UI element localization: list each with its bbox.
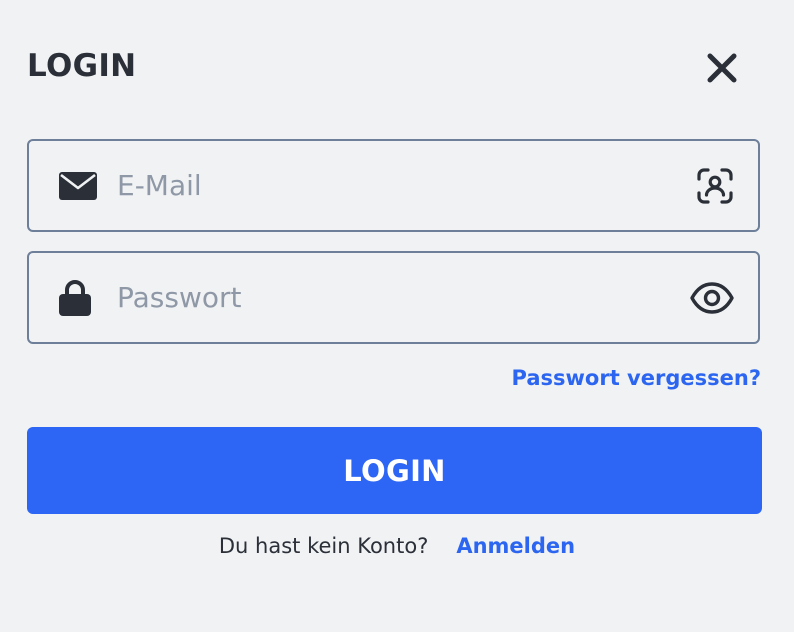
signup-link[interactable]: Anmelden [456,534,575,558]
login-button[interactable]: LOGIN [27,427,762,514]
password-input[interactable] [117,253,677,342]
forgot-password-link[interactable]: Passwort vergessen? [512,364,761,392]
signup-question: Du hast kein Konto? [218,534,429,558]
eye-icon[interactable] [690,281,734,314]
password-field[interactable] [27,251,760,344]
email-field[interactable] [27,139,760,232]
signup-prompt: Du hast kein Konto? Anmelden [0,531,794,561]
email-input[interactable] [117,141,677,230]
close-icon [707,53,737,83]
face-id-icon[interactable] [696,167,734,205]
lock-icon [59,279,91,316]
close-button[interactable] [700,46,744,90]
envelope-icon [59,171,97,200]
dialog-title: LOGIN [27,48,137,84]
